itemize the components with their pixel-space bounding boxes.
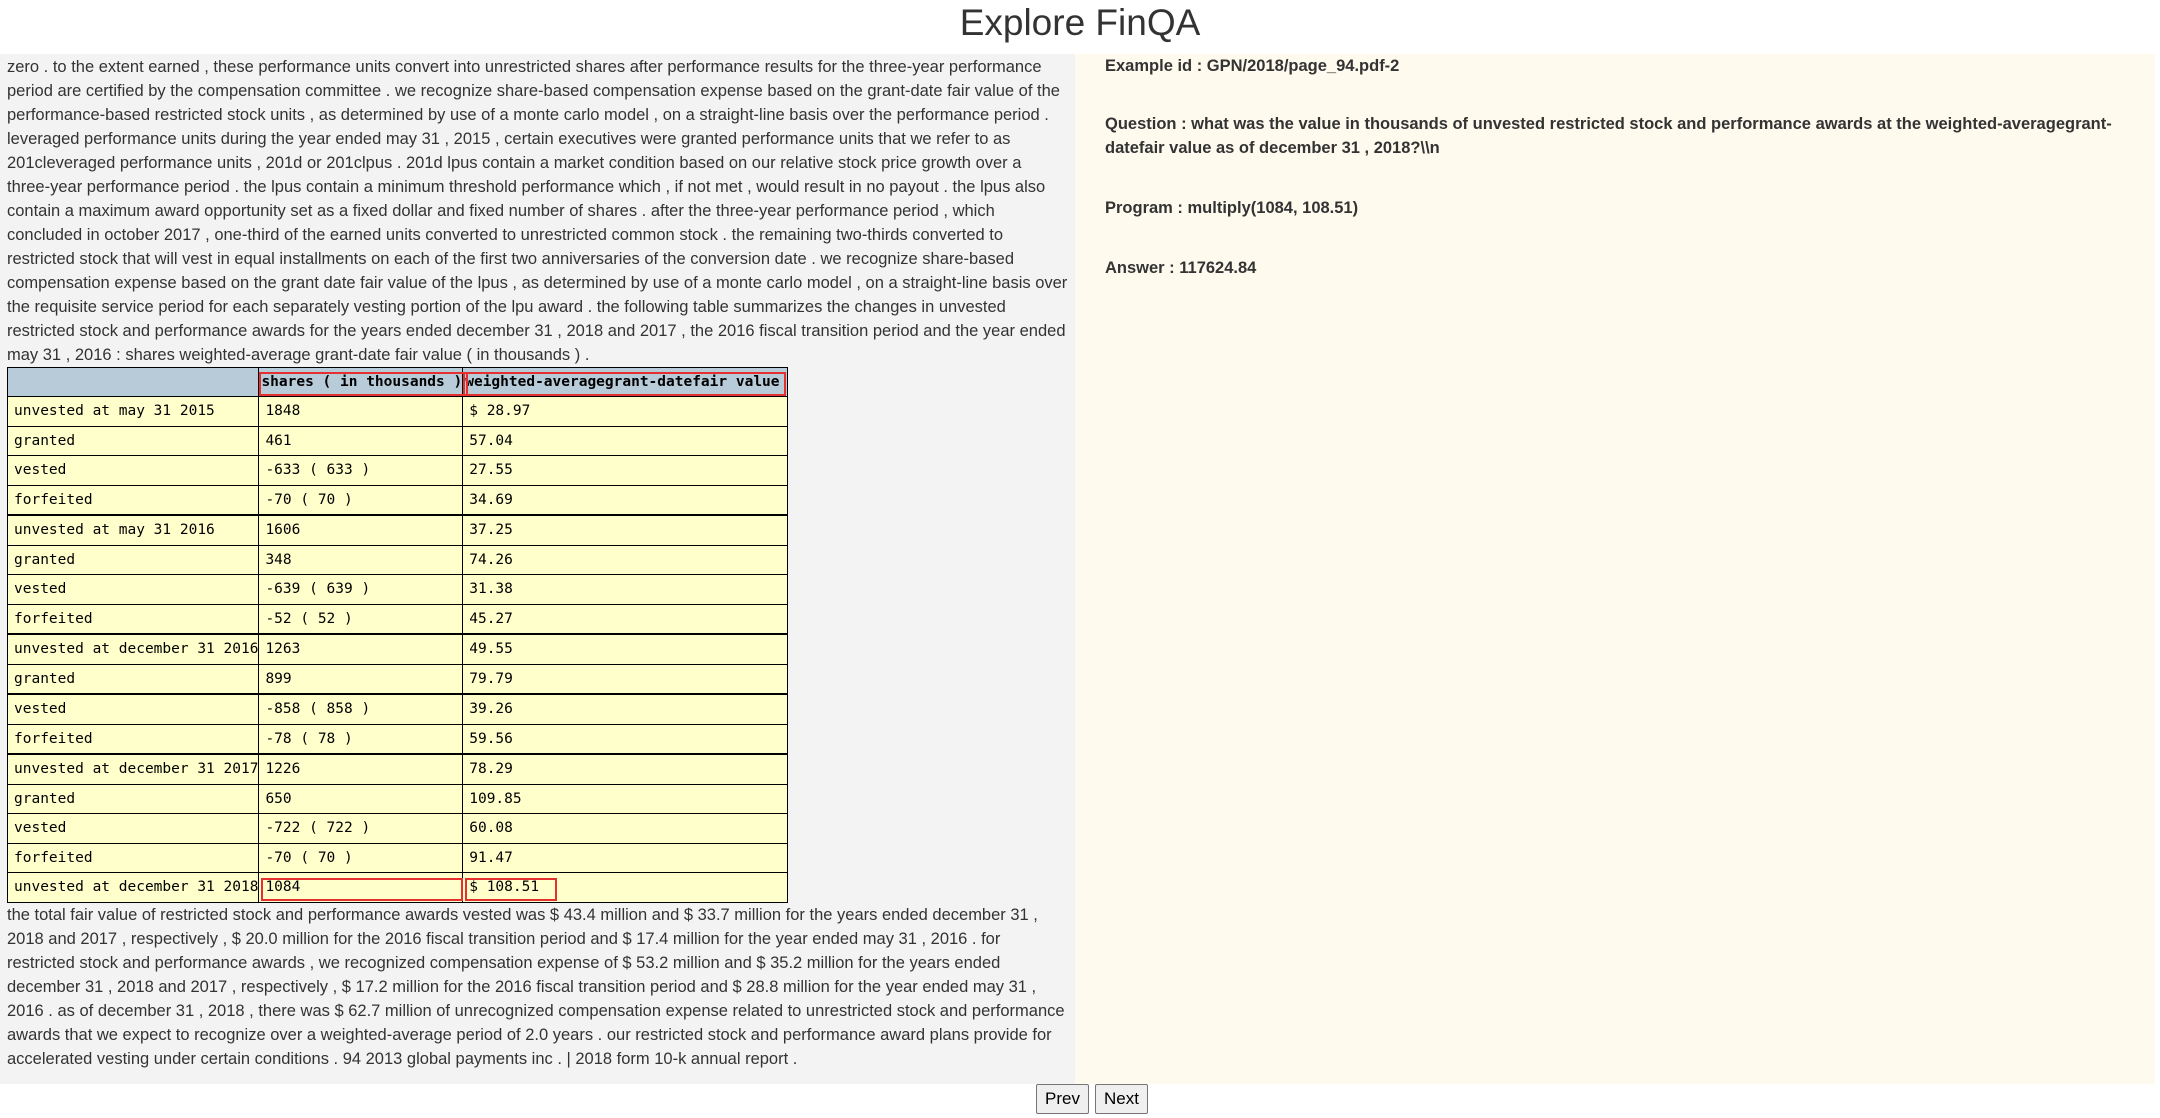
row-value-cell: 79.79 — [462, 663, 789, 695]
row-value-cell: 59.56 — [462, 723, 789, 755]
question-text: Question : what was the value in thousan… — [1105, 115, 2112, 157]
row-shares-cell: 899 — [258, 663, 464, 695]
row-label-cell: vested — [6, 693, 260, 725]
row-shares-cell: 1226 — [258, 753, 464, 785]
row-label-cell: granted — [6, 783, 260, 814]
row-shares-cell: -633 ( 633 ) — [258, 455, 464, 486]
context-panel: zero . to the extent earned , these perf… — [0, 54, 1075, 1084]
table-row: vested -858 ( 858 ) 39.26 — [6, 693, 789, 725]
row-shares-cell: -722 ( 722 ) — [258, 813, 464, 844]
row-value-cell: $ 28.97 — [462, 396, 789, 427]
row-label-cell: granted — [6, 425, 260, 456]
table-header-weighted-average: weighted-averagegrant-datefair value — [462, 367, 789, 397]
answer-text: Answer : 117624.84 — [1105, 259, 1257, 277]
page-title: Explore FinQA — [959, 2, 1201, 43]
row-value-cell: 34.69 — [462, 484, 789, 516]
row-shares-cell: -70 ( 70 ) — [258, 484, 464, 516]
row-shares-cell: -858 ( 858 ) — [258, 693, 464, 725]
row-label-cell: granted — [6, 663, 260, 695]
row-value-cell: 37.25 — [462, 514, 789, 546]
table-row: unvested at december 31 2017 1226 78.29 — [6, 753, 789, 785]
row-shares-cell: -78 ( 78 ) — [258, 723, 464, 755]
row-value-cell: 74.26 — [462, 544, 789, 575]
row-label-cell: unvested at may 31 2015 — [6, 396, 260, 427]
row-shares-cell: -639 ( 639 ) — [258, 574, 464, 605]
row-value-cell: $ 108.51 — [462, 872, 789, 903]
table-row: forfeited -70 ( 70 ) 34.69 — [6, 484, 789, 516]
row-label-cell: forfeited — [6, 723, 260, 755]
row-label-cell: unvested at december 31 2017 — [6, 753, 260, 785]
table-row: granted 461 57.04 — [6, 425, 789, 456]
row-shares-cell: 348 — [258, 544, 464, 575]
table-row: unvested at may 31 2015 1848 $ 28.97 — [6, 396, 789, 427]
table-row: vested -633 ( 633 ) 27.55 — [6, 455, 789, 486]
next-button[interactable]: Next — [1094, 1084, 1148, 1114]
table-row: unvested at may 31 2016 1606 37.25 — [6, 514, 789, 546]
qa-panel: Example id : GPN/2018/page_94.pdf-2 Ques… — [1075, 54, 2155, 1084]
header-weighted-average-label: weighted-averagegrant-datefair value — [465, 374, 780, 390]
row-label-cell: forfeited — [6, 842, 260, 873]
row-value-cell: 45.27 — [462, 603, 789, 635]
table-row: granted 650 109.85 — [6, 783, 789, 814]
table-row: forfeited -78 ( 78 ) 59.56 — [6, 723, 789, 755]
table-header-row: shares ( in thousands ) weighted-average… — [6, 367, 789, 397]
row-shares-cell: -52 ( 52 ) — [258, 603, 464, 635]
row-shares-cell: 1263 — [258, 633, 464, 665]
row-value-cell: 109.85 — [462, 783, 789, 814]
program-text: Program : multiply(1084, 108.51) — [1105, 199, 1359, 217]
header-shares-label: shares ( in thousands ) — [261, 374, 463, 390]
row-shares-cell: 1606 — [258, 514, 464, 546]
row-shares-cell: 650 — [258, 783, 464, 814]
table-row: forfeited -70 ( 70 ) 91.47 — [6, 842, 789, 873]
row-shares-cell: 1084 — [258, 872, 464, 903]
row-value-cell: 39.26 — [462, 693, 789, 725]
row-label-cell: unvested at december 31 2016 — [6, 633, 260, 665]
row-value-cell: 60.08 — [462, 813, 789, 844]
financial-table: shares ( in thousands ) weighted-average… — [6, 367, 789, 903]
row-label-cell: vested — [6, 455, 260, 486]
table-row: granted 348 74.26 — [6, 544, 789, 575]
row-shares-cell: 461 — [258, 425, 464, 456]
row-label-cell: unvested at december 31 2018 — [6, 872, 260, 903]
row-value-cell: 49.55 — [462, 633, 789, 665]
row-value-cell: 31.38 — [462, 574, 789, 605]
table-row: unvested at december 31 2018 1084 $ 108.51 — [6, 872, 789, 903]
row-label-cell: forfeited — [6, 603, 260, 635]
row-value-cell: 57.04 — [462, 425, 789, 456]
post-text-passage: the total fair value of restricted stock… — [7, 905, 1065, 1068]
row-value-cell: 78.29 — [462, 753, 789, 785]
table-row: forfeited -52 ( 52 ) 45.27 — [6, 603, 789, 635]
row-label-cell: vested — [6, 813, 260, 844]
table-row: vested -722 ( 722 ) 60.08 — [6, 813, 789, 844]
table-header-blank — [6, 367, 260, 397]
row-value-cell: 27.55 — [462, 455, 789, 486]
pagination-nav: Prev Next — [1036, 1084, 1148, 1114]
row-label-cell: vested — [6, 574, 260, 605]
prev-button[interactable]: Prev — [1036, 1084, 1089, 1114]
row-label-cell: unvested at may 31 2016 — [6, 514, 260, 546]
table-row: vested -639 ( 639 ) 31.38 — [6, 574, 789, 605]
table-body: unvested at may 31 2015 1848 $ 28.97 grante… — [6, 396, 789, 903]
table-row: granted 899 79.79 — [6, 663, 789, 695]
row-shares-cell: -70 ( 70 ) — [258, 842, 464, 873]
row-label-cell: granted — [6, 544, 260, 575]
row-shares-cell: 1848 — [258, 396, 464, 427]
table-header-shares: shares ( in thousands ) — [258, 367, 464, 397]
row-label-cell: forfeited — [6, 484, 260, 516]
example-id: Example id : GPN/2018/page_94.pdf-2 — [1105, 57, 1400, 75]
row-value-cell: 91.47 — [462, 842, 789, 873]
table-row: unvested at december 31 2016 1263 49.55 — [6, 633, 789, 665]
pre-text-passage: zero . to the extent earned , these perf… — [7, 58, 1068, 364]
